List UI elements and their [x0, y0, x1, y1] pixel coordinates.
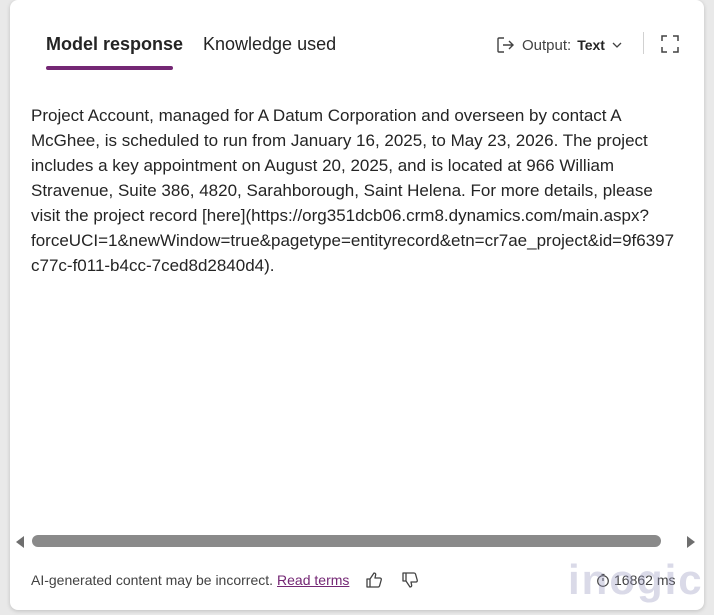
output-value: Text	[577, 37, 605, 53]
thumbs-up-icon[interactable]	[365, 571, 383, 589]
output-arrow-icon	[496, 36, 516, 54]
thumbs-down-icon[interactable]	[401, 571, 419, 589]
scroll-left-icon[interactable]	[15, 535, 25, 553]
active-tab-indicator	[46, 66, 173, 70]
output-label: Output:	[522, 36, 572, 54]
timing-value: 16862 ms	[614, 572, 676, 588]
horizontal-scrollbar[interactable]	[10, 533, 704, 549]
model-response-card: Model response Knowledge used Output: Te…	[10, 0, 704, 610]
response-timing: 16862 ms	[596, 570, 675, 590]
scrollbar-thumb[interactable]	[32, 535, 661, 547]
response-scroll-area[interactable]: Project Account, managed for A Datum Cor…	[10, 95, 704, 535]
disclaimer-text: AI-generated content may be incorrect.	[31, 572, 274, 588]
output-format-dropdown[interactable]: Output: Text	[496, 34, 623, 56]
read-terms-link[interactable]: Read terms	[277, 572, 349, 588]
expand-icon[interactable]	[660, 34, 680, 54]
response-text: Project Account, managed for A Datum Cor…	[31, 106, 675, 275]
tab-model-response[interactable]: Model response	[46, 34, 183, 55]
chevron-down-icon	[611, 39, 623, 51]
scroll-right-icon[interactable]	[686, 535, 696, 553]
footer: AI-generated content may be incorrect. R…	[31, 568, 419, 592]
toolbar-divider	[643, 32, 644, 54]
scrollbar-track	[32, 535, 680, 547]
timer-icon	[596, 573, 610, 587]
tab-knowledge-used[interactable]: Knowledge used	[203, 34, 336, 55]
